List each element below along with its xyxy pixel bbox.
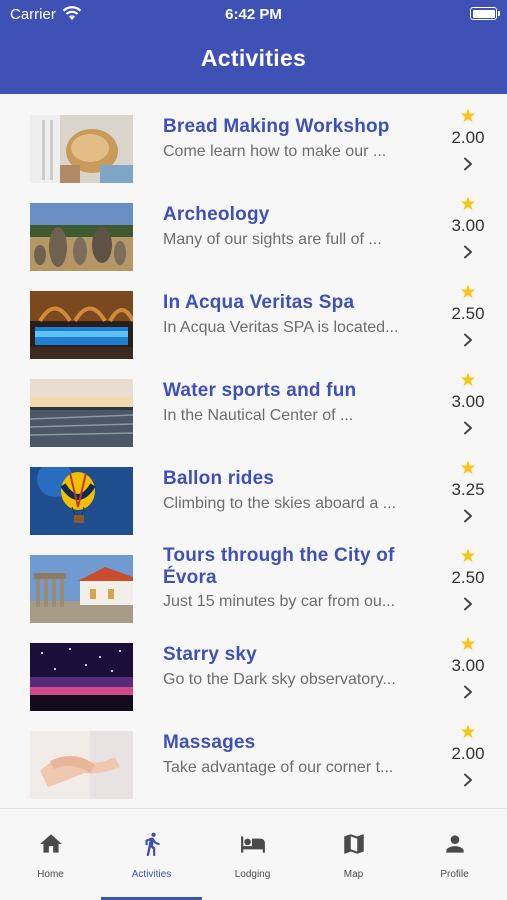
- activity-thumbnail: [30, 731, 133, 799]
- star-icon: ★: [459, 722, 477, 743]
- activity-rating: ★ 2.00: [440, 722, 496, 787]
- activity-thumbnail: [30, 467, 133, 535]
- battery-icon: [470, 7, 500, 20]
- tab-activities-label: Activities: [131, 869, 172, 880]
- tab-profile-label: Profile: [440, 869, 469, 880]
- star-icon: ★: [459, 546, 477, 567]
- rating-value: 2.00: [451, 744, 485, 763]
- activity-thumbnail: [30, 379, 133, 447]
- activity-name: Water sports and fun: [163, 380, 357, 401]
- activity-name: Massages: [163, 732, 256, 753]
- status-time: 6:42 PM: [225, 6, 282, 23]
- activity-thumbnail: [30, 203, 133, 271]
- activity-row[interactable]: Tours through the City of Évora Just 15 m…: [0, 545, 507, 634]
- person-icon: [445, 835, 464, 853]
- rating-value: 3.00: [451, 392, 485, 411]
- rating-value: 3.25: [451, 480, 485, 499]
- star-icon: ★: [459, 282, 477, 303]
- activity-name: Starry sky: [163, 644, 257, 665]
- activity-thumbnail: [30, 291, 133, 359]
- chevron-right-icon[interactable]: [461, 773, 475, 787]
- activity-rating: ★ 3.25: [440, 458, 496, 523]
- rating-value: 2.00: [451, 128, 485, 147]
- activity-rating: ★ 2.00: [440, 106, 496, 171]
- activity-rating: ★ 3.00: [440, 634, 496, 699]
- status-bar: Carrier 6:42 PM: [0, 0, 507, 30]
- tab-lodging-label: Lodging: [234, 869, 271, 880]
- rating-value: 2.50: [451, 304, 485, 323]
- activity-description: Come learn how to make our ...: [163, 143, 387, 160]
- activity-rating: ★ 3.00: [440, 370, 496, 435]
- chevron-right-icon[interactable]: [461, 685, 475, 699]
- activity-row[interactable]: Water sports and fun In the Nautical Cent…: [0, 370, 507, 458]
- activity-description: Go to the Dark sky observatory...: [163, 671, 396, 688]
- chevron-right-icon[interactable]: [461, 597, 475, 611]
- activity-row[interactable]: Massages Take advantage of our corner t..…: [0, 722, 507, 808]
- activity-name: Tours through the City of Évora: [163, 545, 395, 588]
- tab-lodging[interactable]: Lodging: [202, 809, 303, 900]
- page-title: Activities: [200, 45, 307, 71]
- chevron-right-icon[interactable]: [461, 509, 475, 523]
- rating-value: 3.00: [451, 656, 485, 675]
- activity-row[interactable]: Bread Making Workshop Come learn how to m…: [0, 106, 507, 194]
- activity-name: Bread Making Workshop: [163, 116, 390, 137]
- chevron-right-icon[interactable]: [461, 421, 475, 435]
- activity-row[interactable]: In Acqua Veritas Spa In Acqua Veritas SPA…: [0, 282, 507, 370]
- activities-list: Bread Making Workshop Come learn how to m…: [0, 94, 507, 808]
- activity-name: In Acqua Veritas Spa: [163, 292, 355, 313]
- tab-map[interactable]: Map: [303, 809, 404, 900]
- activity-thumbnail: [30, 555, 133, 623]
- rating-value: 3.00: [451, 216, 485, 235]
- activity-name: Ballon rides: [163, 468, 275, 489]
- activity-rating: ★ 2.50: [440, 282, 496, 347]
- star-icon: ★: [459, 370, 477, 391]
- activity-description: Just 15 minutes by car from ou...: [163, 593, 396, 610]
- activities-screen: Carrier 6:42 PM Activities Bread Making …: [0, 0, 507, 900]
- chevron-right-icon[interactable]: [461, 157, 475, 171]
- tab-home-label: Home: [37, 869, 64, 880]
- home-icon: [39, 834, 62, 853]
- tab-activities[interactable]: Activities: [101, 809, 202, 900]
- tab-map-label: Map: [343, 869, 364, 880]
- rating-value: 2.50: [451, 568, 485, 587]
- activity-thumbnail: [30, 115, 133, 183]
- star-icon: ★: [459, 634, 477, 655]
- star-icon: ★: [459, 194, 477, 215]
- chevron-right-icon[interactable]: [461, 245, 475, 259]
- activity-description: Take advantage of our corner t...: [163, 759, 394, 776]
- tab-home[interactable]: Home: [0, 809, 101, 900]
- activity-thumbnail: [30, 643, 133, 711]
- activity-description: Many of our sights are full of ...: [163, 231, 382, 248]
- activity-description: In Acqua Veritas SPA is located...: [163, 319, 399, 336]
- tab-profile[interactable]: Profile: [404, 809, 505, 900]
- activity-name: Archeology: [163, 204, 270, 225]
- activity-rating: ★ 2.50: [440, 546, 496, 611]
- activity-rating: ★ 3.00: [440, 194, 496, 259]
- bed-icon: [240, 836, 265, 853]
- activity-description: In the Nautical Center of ...: [163, 407, 354, 424]
- activity-row[interactable]: Archeology Many of our sights are full of…: [0, 194, 507, 282]
- activity-row[interactable]: Starry sky Go to the Dark sky observatory…: [0, 634, 507, 722]
- app-header: Carrier 6:42 PM Activities: [0, 0, 507, 94]
- activity-row[interactable]: Ballon rides Climbing to the skies aboard…: [0, 458, 507, 546]
- star-icon: ★: [459, 458, 477, 479]
- star-icon: ★: [459, 106, 477, 127]
- activity-description: Climbing to the skies aboard a ...: [163, 495, 397, 512]
- chevron-right-icon[interactable]: [461, 333, 475, 347]
- tab-bar: Home Activities Lodging Map Profile: [0, 808, 507, 900]
- map-icon: [343, 834, 364, 854]
- run-icon: [145, 832, 160, 856]
